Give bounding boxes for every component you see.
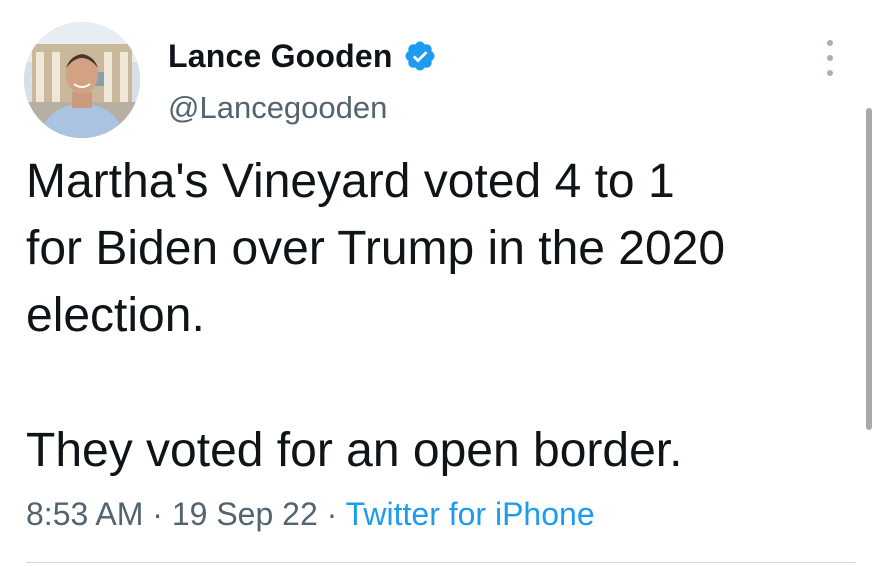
tweet-text-line: Martha's Vineyard voted 4 to 1 <box>26 155 675 208</box>
tweet-metadata: 8:53 AM · 19 Sep 22 · Twitter for iPhone <box>26 496 595 533</box>
tweet-text: Martha's Vineyard voted 4 to 1 for Biden… <box>26 148 846 484</box>
avatar[interactable] <box>24 22 140 138</box>
tweet-text-line: election. <box>26 289 205 342</box>
author-handle[interactable]: @Lancegooden <box>168 90 387 126</box>
meta-separator: · <box>317 496 346 532</box>
profile-photo <box>24 22 140 138</box>
meta-separator: · <box>143 496 172 532</box>
tweet-source-link[interactable]: Twitter for iPhone <box>346 496 595 532</box>
more-dot <box>827 40 833 46</box>
author-display-name[interactable]: Lance Gooden <box>168 38 393 75</box>
tweet-text-line: for Biden over Trump in the 2020 <box>26 222 726 275</box>
tweet-time[interactable]: 8:53 AM <box>26 496 143 532</box>
tweet-date[interactable]: 19 Sep 22 <box>172 496 318 532</box>
verified-badge-icon <box>403 39 437 73</box>
more-dot <box>827 70 833 76</box>
more-options-icon[interactable] <box>820 40 840 76</box>
author-name-row: Lance Gooden <box>168 34 437 78</box>
tweet-card: Lance Gooden @Lancegooden Martha's Viney… <box>0 0 875 567</box>
divider <box>26 562 856 563</box>
tweet-text-line: They voted for an open border. <box>26 424 683 477</box>
more-dot <box>827 55 833 61</box>
scrollbar[interactable] <box>866 108 872 430</box>
